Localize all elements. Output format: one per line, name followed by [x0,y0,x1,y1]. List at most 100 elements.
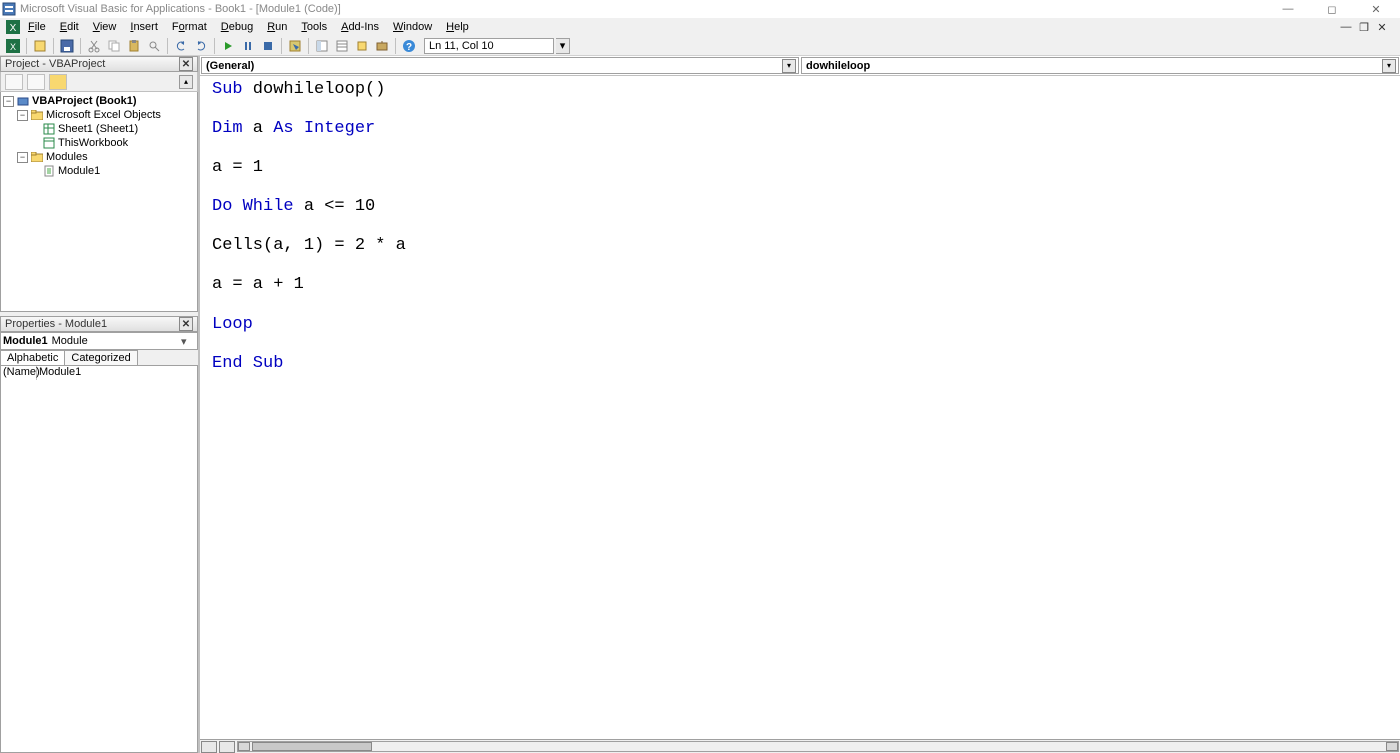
line-column-dropdown[interactable]: ▾ [556,38,570,54]
menu-addins[interactable]: Add-Ins [335,20,385,34]
code-editor[interactable]: Sub dowhileloop() Dim a As Integer a = 1… [200,76,1400,739]
svg-text:X: X [10,42,16,52]
close-button[interactable]: ✕ [1354,0,1398,18]
menu-format[interactable]: Format [166,20,213,34]
menu-debug[interactable]: Debug [215,20,259,34]
property-row[interactable]: (Name) Module1 [1,366,197,380]
horizontal-scrollbar[interactable] [237,741,1399,752]
properties-panel: Properties - Module1 ✕ Module1 Module ▾ … [0,316,198,753]
tree-thisworkbook[interactable]: ThisWorkbook [3,136,195,150]
project-panel-close[interactable]: ✕ [179,57,193,71]
standard-toolbar: X ? Ln 11, Col 10 ▾ [0,36,1400,56]
project-explorer-button[interactable] [313,37,331,55]
object-dropdown[interactable]: (General) ▾ [201,57,799,74]
scroll-left-button[interactable] [238,742,250,751]
properties-panel-close[interactable]: ✕ [179,317,193,331]
chevron-down-icon[interactable]: ▾ [181,335,195,348]
minimize-button[interactable]: — [1266,0,1310,18]
module-icon [42,165,56,177]
menu-insert[interactable]: Insert [124,20,164,34]
properties-tabs: Alphabetic Categorized [0,350,198,365]
menu-edit[interactable]: Edit [54,20,85,34]
menu-bar: X File Edit View Insert Format Debug Run… [0,18,1400,36]
break-button[interactable] [239,37,257,55]
mdi-restore[interactable]: ❐ [1356,20,1372,34]
properties-panel-header: Properties - Module1 ✕ [0,316,198,332]
design-mode-button[interactable] [286,37,304,55]
find-button[interactable] [145,37,163,55]
toolbox-button[interactable] [373,37,391,55]
svg-text:X: X [10,23,17,34]
help-button[interactable]: ? [400,37,418,55]
mdi-close[interactable]: ✕ [1374,20,1390,34]
scroll-right-button[interactable] [1386,742,1398,751]
tab-categorized[interactable]: Categorized [64,350,137,365]
line-column-indicator: Ln 11, Col 10 [424,38,554,54]
property-name: (Name) [1,366,37,380]
run-button[interactable] [219,37,237,55]
tree-module1[interactable]: Module1 [3,164,195,178]
properties-window-button[interactable] [333,37,351,55]
view-object-button[interactable] [27,74,45,90]
procedure-view-button[interactable] [201,741,217,753]
copy-button[interactable] [105,37,123,55]
full-module-view-button[interactable] [219,741,235,753]
collapse-icon[interactable]: − [17,110,28,121]
collapse-icon[interactable]: − [3,96,14,107]
left-column: Project - VBAProject ✕ ▴ − VBAProject (B… [0,56,198,753]
project-scroll-up[interactable]: ▴ [179,75,193,89]
project-panel-header: Project - VBAProject ✕ [0,56,198,72]
object-browser-button[interactable] [353,37,371,55]
chevron-down-icon[interactable]: ▾ [782,59,796,73]
property-value[interactable]: Module1 [37,366,197,380]
code-pane: (General) ▾ dowhileloop ▾ Sub dowhileloo… [198,56,1400,753]
svg-text:?: ? [406,42,412,53]
properties-object-selector[interactable]: Module1 Module ▾ [0,332,198,350]
view-code-button[interactable] [5,74,23,90]
chevron-down-icon[interactable]: ▾ [1382,59,1396,73]
menu-run[interactable]: Run [261,20,293,34]
app-icon [2,2,16,16]
tree-root[interactable]: − VBAProject (Book1) [3,94,195,108]
menu-tools[interactable]: Tools [295,20,333,34]
paste-button[interactable] [125,37,143,55]
menu-help[interactable]: Help [440,20,475,34]
workbook-icon [42,137,56,149]
project-panel-title: Project - VBAProject [5,58,105,70]
toggle-folders-button[interactable] [49,74,67,90]
procedure-dropdown[interactable]: dowhileloop ▾ [801,57,1399,74]
project-icon [16,95,30,107]
sheet-icon [42,123,56,135]
workspace: Project - VBAProject ✕ ▴ − VBAProject (B… [0,56,1400,753]
insert-item-button[interactable] [31,37,49,55]
project-tree[interactable]: − VBAProject (Book1) − Microsoft Excel O… [0,92,198,312]
menu-file[interactable]: File [22,20,52,34]
title-text: Microsoft Visual Basic for Applications … [20,3,341,15]
properties-panel-title: Properties - Module1 [5,318,107,330]
view-excel-button[interactable]: X [4,37,22,55]
folder-icon [30,109,44,121]
excel-icon: X [6,20,20,34]
properties-grid[interactable]: (Name) Module1 [0,365,198,753]
project-panel-toolbar: ▴ [0,72,198,92]
menu-view[interactable]: View [87,20,123,34]
save-button[interactable] [58,37,76,55]
mdi-minimize[interactable]: — [1338,20,1354,34]
mdi-controls: — ❐ ✕ [1338,20,1394,34]
menu-window[interactable]: Window [387,20,438,34]
collapse-icon[interactable]: − [17,152,28,163]
code-bottom-bar [200,739,1400,753]
code-dropdown-row: (General) ▾ dowhileloop ▾ [200,56,1400,76]
tree-sheet1[interactable]: Sheet1 (Sheet1) [3,122,195,136]
redo-button[interactable] [192,37,210,55]
folder-icon [30,151,44,163]
tab-alphabetic[interactable]: Alphabetic [0,350,65,365]
maximize-button[interactable]: ◻ [1310,0,1354,18]
tree-excel-objects[interactable]: − Microsoft Excel Objects [3,108,195,122]
title-bar: Microsoft Visual Basic for Applications … [0,0,1400,18]
cut-button[interactable] [85,37,103,55]
tree-modules[interactable]: − Modules [3,150,195,164]
reset-button[interactable] [259,37,277,55]
undo-button[interactable] [172,37,190,55]
scroll-thumb[interactable] [252,742,372,751]
